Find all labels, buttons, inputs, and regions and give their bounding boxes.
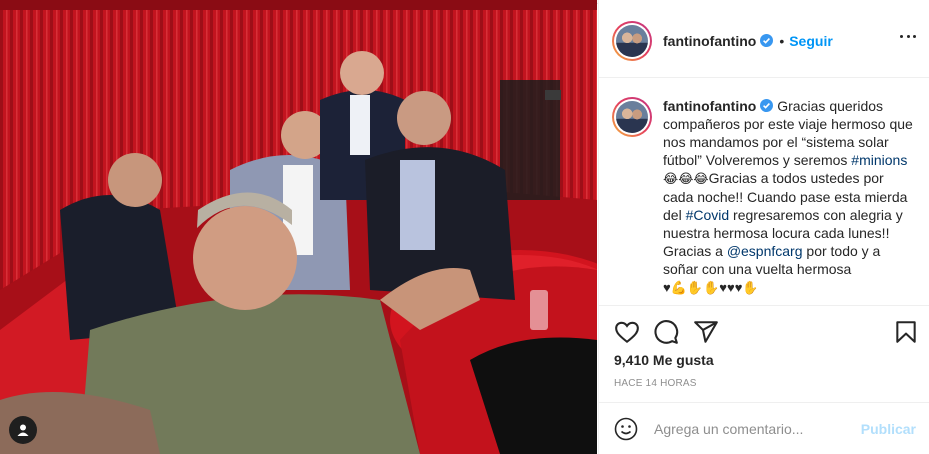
likes-count[interactable]: 9,410 Me gusta — [614, 352, 714, 368]
comment-icon[interactable] — [653, 319, 679, 345]
share-icon[interactable] — [693, 319, 719, 345]
author-avatar[interactable] — [612, 20, 652, 61]
caption-author-avatar[interactable] — [612, 97, 652, 137]
bookmark-icon[interactable] — [893, 319, 919, 345]
heart-icon[interactable] — [614, 319, 640, 345]
publish-button[interactable]: Publicar — [861, 421, 916, 437]
caption-username[interactable]: fantinofantino — [663, 98, 756, 114]
verified-badge-icon — [760, 99, 774, 112]
post-photo[interactable] — [0, 0, 597, 454]
separator-dot: • — [779, 32, 785, 49]
mention-espnfcarg-link[interactable]: @espnfcarg — [727, 243, 803, 259]
caption-area: fantinofantino Gracias queridos compañer… — [599, 79, 929, 305]
comment-input[interactable] — [654, 420, 861, 437]
caption-emojis: ♥💪✋✋♥♥♥✋ — [663, 280, 759, 295]
more-options-icon[interactable] — [900, 35, 916, 41]
caption-emojis: 😂😂😂 — [663, 171, 709, 186]
post-header: fantinofantino • Seguir — [599, 4, 929, 78]
user-tag-icon — [17, 424, 29, 436]
hashtag-minions-link[interactable]: #minions — [851, 152, 907, 168]
hashtag-covid-link[interactable]: #Covid — [686, 207, 730, 223]
author-username[interactable]: fantinofantino — [663, 33, 756, 49]
follow-button[interactable]: Seguir — [789, 33, 833, 49]
post-caption: fantinofantino Gracias queridos compañer… — [663, 97, 914, 305]
comment-bar: Publicar — [599, 402, 929, 454]
post-actions-bar — [599, 305, 929, 357]
post-timestamp[interactable]: HACE 14 HORAS — [614, 378, 697, 389]
studio-selfie-image — [0, 0, 597, 454]
post-side-panel: fantinofantino • Seguir fantinofantino G… — [598, 0, 929, 454]
emoji-icon[interactable] — [614, 417, 638, 441]
verified-badge-icon — [760, 34, 774, 47]
user-tag-button[interactable] — [9, 416, 37, 444]
